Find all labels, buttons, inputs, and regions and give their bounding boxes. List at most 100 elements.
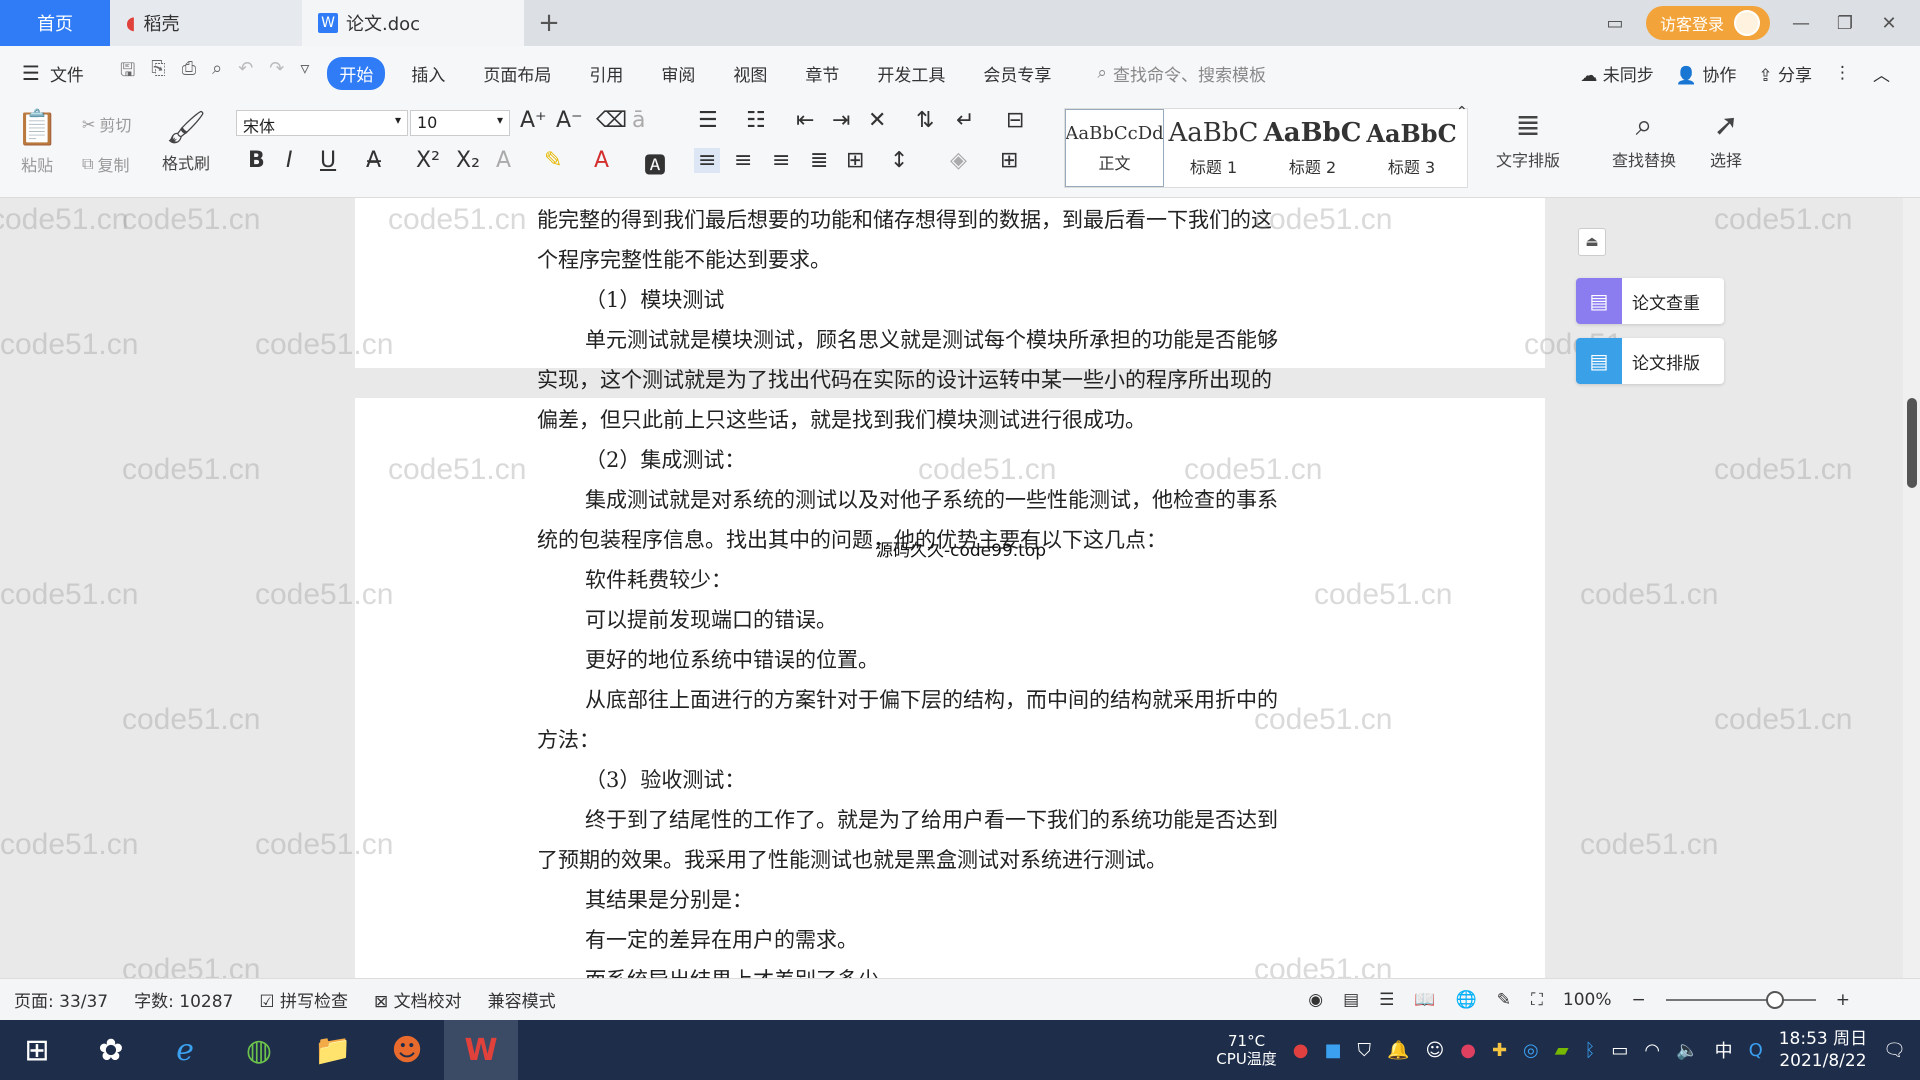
tray-app-icon[interactable]: ◎ [1523,1040,1539,1061]
collapse-ribbon-icon[interactable]: ︿ [1873,61,1890,86]
eye-protect-icon[interactable]: ◉ [1308,990,1323,1010]
shield-icon[interactable]: ⛉ [1358,1040,1372,1061]
word-count[interactable]: 字数: 10287 [134,987,233,1012]
battery-icon[interactable]: ▭ [1611,1040,1628,1061]
bold-icon[interactable]: B [248,148,265,173]
redo-icon[interactable]: ↷ [269,58,284,88]
decrease-indent-icon[interactable]: ⇤ [796,108,814,133]
bluetooth-icon[interactable]: ᛒ [1585,1040,1596,1061]
document-workspace[interactable]: 能完整的得到我们最后想要的功能和储存想得到的数据，到最后看一下我们的这 个程序完… [0,198,1920,978]
tab-document[interactable]: W 论文.doc [302,0,524,46]
ie-browser-icon[interactable]: ℯ [148,1020,222,1080]
sync-button[interactable]: ☁ 未同步 [1580,61,1653,86]
superscript-icon[interactable]: X² [416,148,440,173]
tab-insert[interactable]: 插入 [399,57,457,90]
style-heading-2[interactable]: AaBbC 标题 2 [1263,109,1362,187]
spellcheck-button[interactable]: ☑ 拼写检查 [259,987,348,1012]
browser-icon[interactable]: ◍ [222,1020,296,1080]
command-search[interactable]: ⌕ 查找命令、搜索模板 [1097,61,1266,86]
pen-icon[interactable]: ✎ [1497,990,1511,1010]
file-explorer-icon[interactable]: 📁 [296,1020,370,1080]
zoom-slider-knob[interactable] [1765,990,1784,1009]
search-app-icon[interactable]: Q [1749,1040,1763,1061]
style-normal[interactable]: AaBbCcDd 正文 [1065,109,1164,187]
shrink-font-icon[interactable]: A⁻ [556,108,583,133]
minimize-icon[interactable]: — [1788,13,1814,34]
clock[interactable]: 18:53 周日 2021/8/22 [1779,1028,1867,1072]
tab-review[interactable]: 审阅 [649,57,707,90]
notification-icon[interactable]: 🗨 [1883,1040,1906,1061]
line-spacing-icon[interactable]: ↕ [890,148,908,173]
sort-icon[interactable]: ⇅ [916,108,934,133]
find-replace-button[interactable]: ⌕ 查找替换 [1612,108,1676,171]
font-size-select[interactable]: 10 ▾ [410,110,510,136]
tab-stop-icon[interactable]: ⊟ [1006,108,1024,133]
print-preview-icon[interactable]: ⌕ [212,58,222,88]
page-indicator[interactable]: 页面: 33/37 [14,987,108,1012]
menu-file[interactable]: 文件 [48,57,96,90]
tray-app-icon[interactable]: ■ [1325,1040,1342,1061]
zoom-slider[interactable] [1665,990,1816,1009]
show-marks-icon[interactable]: ↵ [956,108,974,133]
undo-icon[interactable]: ↶ [238,58,253,88]
visitor-login-button[interactable]: 访客登录 [1645,6,1770,40]
phonetic-icon[interactable]: ā [632,108,645,133]
strikethrough-icon[interactable]: A̶ [366,148,381,173]
subscript-icon[interactable]: X₂ [456,148,480,173]
outline-view-icon[interactable]: ☰ [1379,990,1394,1010]
web-view-icon[interactable]: 🌐 [1456,990,1477,1010]
select-button[interactable]: ➚ 选择 [1710,108,1742,171]
text-effect-icon[interactable]: A [496,148,511,173]
tab-references[interactable]: 引用 [577,57,635,90]
increase-indent-icon[interactable]: ⇥ [832,108,850,133]
tab-start[interactable]: 开始 [327,56,386,90]
volume-icon[interactable]: 🔈 [1676,1040,1698,1061]
new-tab-button[interactable]: + [524,0,574,46]
justify-icon[interactable]: ≣ [810,148,828,173]
collapse-panel-button[interactable]: ⏏ [1578,228,1606,256]
collab-button[interactable]: 👤 协作 [1676,61,1737,86]
restore-icon[interactable]: ❐ [1832,13,1858,34]
style-scroll-icon[interactable]: ⌃ [1456,104,1468,120]
paper-format-button[interactable]: ▤ 论文排版 [1576,338,1724,384]
border-icon[interactable]: ⊞ [1000,148,1018,173]
style-heading-3[interactable]: AaBbC 标题 3 [1362,109,1461,187]
bullet-list-icon[interactable]: ☰ [698,108,718,133]
save-icon[interactable]: 🖫 [120,58,135,88]
zoom-level[interactable]: 100% [1563,990,1612,1010]
numbered-list-icon[interactable]: ☷ [746,108,766,133]
close-icon[interactable]: ✕ [1876,13,1902,34]
tray-app-icon[interactable]: ✚ [1492,1040,1507,1061]
tab-view[interactable]: 视图 [721,57,779,90]
char-border-icon[interactable]: 🅰 [644,148,666,180]
format-painter-button[interactable]: 🖌 格式刷 [162,108,210,174]
align-right-icon[interactable]: ≡ [772,148,790,173]
text-layout-button[interactable]: ≣ 文字排版 [1496,108,1560,171]
paste-button[interactable]: 📋 粘贴 [16,108,58,176]
vertical-scrollbar[interactable] [1903,198,1920,978]
font-color-icon[interactable]: A [594,148,609,173]
windows-start-icon[interactable]: ⊞ [0,1020,74,1080]
document-body[interactable]: 能完整的得到我们最后想要的功能和储存想得到的数据，到最后看一下我们的这 个程序完… [537,200,1377,978]
fit-page-icon[interactable]: ⛶ [1531,990,1543,1010]
tab-docer[interactable]: ◖ 稻壳 [110,0,302,46]
plagiarism-check-button[interactable]: ▤ 论文查重 [1576,278,1724,324]
nvidia-icon[interactable]: ▰ [1555,1040,1569,1061]
font-name-select[interactable]: 宋体 ▾ [236,110,408,136]
cut-button[interactable]: ✂ 剪切 [82,112,131,136]
tab-chapter[interactable]: 章节 [793,57,851,90]
layout-icon[interactable]: ▭ [1602,13,1628,34]
bell-icon[interactable]: 🔔 [1387,1040,1409,1061]
wifi-icon[interactable]: ◠ [1644,1040,1660,1061]
tab-developer[interactable]: 开发工具 [865,57,957,90]
tab-home[interactable]: 首页 [0,0,110,46]
proofread-button[interactable]: ⊠ 文档校对 [374,987,462,1012]
underline-icon[interactable]: U [320,148,336,173]
fan-app-icon[interactable]: ✿ [74,1020,148,1080]
cpu-temp[interactable]: 71°C CPU温度 [1216,1032,1277,1068]
tray-app-icon[interactable]: ● [1460,1040,1476,1061]
shading-icon[interactable]: ◈ [950,148,967,173]
wps-writer-icon[interactable]: W [444,1020,518,1080]
italic-icon[interactable]: I [286,148,293,173]
align-center-icon[interactable]: ≡ [734,148,752,173]
